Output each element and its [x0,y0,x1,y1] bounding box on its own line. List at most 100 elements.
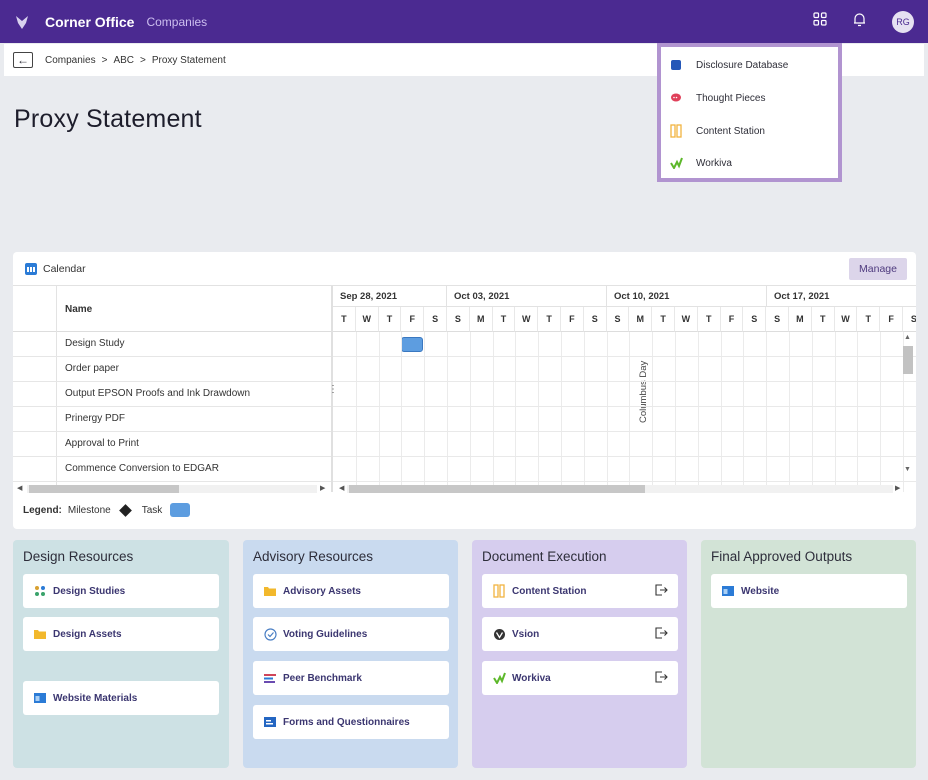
day-header: M [469,307,493,332]
week-header: Oct 17, 2021 [767,286,916,307]
calendar-icon [25,262,37,275]
design-resources-card: Design Resources Design Studies Design A… [13,540,229,768]
nav-link-companies[interactable]: Companies [146,15,207,29]
scroll-left-icon[interactable]: ◀ [17,484,22,492]
button-label: Peer Benchmark [283,672,362,684]
table-row[interactable]: Output EPSON Proofs and Ink Drawdown [13,382,331,407]
apps-menu-label: Workiva [696,157,732,169]
table-row[interactable]: Design Study [13,332,331,357]
breadcrumb-separator: > [101,54,108,66]
name-column-header[interactable]: Name [65,304,92,315]
calendar-header: Calendar Manage [13,252,916,285]
scroll-right-icon[interactable]: ▶ [320,484,325,492]
bell-icon[interactable] [853,12,866,32]
button-label: Content Station [512,585,587,597]
scroll-down-icon[interactable]: ▼ [904,466,911,473]
button-label: Design Assets [53,628,122,640]
day-header: T [333,307,356,332]
scrollbar-thumb[interactable] [29,485,179,493]
apps-grid-icon[interactable] [813,12,827,31]
workiva-check-icon [492,671,506,685]
day-header: T [538,307,561,332]
day-header: S [424,307,447,332]
document-execution-card: Document Execution Content Station Vsion… [472,540,687,768]
forms-and-questionnaires-button[interactable]: Forms and Questionnaires [253,705,449,739]
apps-menu-item-workiva[interactable]: Workiva [669,153,732,173]
dots-grid-icon [33,584,47,598]
grid-row-line [333,356,916,357]
table-row[interactable]: Prinergy PDF [13,407,331,432]
corner-office-logo-icon[interactable] [13,13,31,31]
task-name: Commence Conversion to EDGAR [65,463,219,474]
day-header: W [355,307,379,332]
button-label: Workiva [512,672,551,684]
card-title: Final Approved Outputs [711,549,853,564]
day-header: S [766,307,789,332]
design-assets-button[interactable]: Design Assets [23,617,219,651]
grid-row-line [333,431,916,432]
breadcrumb-companies[interactable]: Companies [45,55,96,66]
day-header: T [857,307,881,332]
peer-benchmark-button[interactable]: Peer Benchmark [253,661,449,695]
manage-button[interactable]: Manage [849,258,907,280]
calendar-panel: Calendar Manage Name Design Study Order … [13,252,916,529]
folder-icon [263,584,277,598]
day-header: F [720,307,744,332]
day-header: M [789,307,812,332]
calendar-title: Calendar [43,262,86,275]
workiva-button[interactable]: Workiva [482,661,678,695]
table-row[interactable]: Order paper [13,357,331,382]
scroll-right-icon[interactable]: ▶ [895,484,900,492]
card-title: Advisory Resources [253,549,374,564]
legend-label: Legend: [23,504,62,516]
voting-guidelines-button[interactable]: Voting Guidelines [253,617,449,651]
day-header: S [583,307,607,332]
apps-menu-label: Thought Pieces [696,92,766,104]
table-row[interactable]: Commence Conversion to EDGAR [13,457,331,482]
task-name: Order paper [65,363,119,374]
button-label: Advisory Assets [283,585,361,597]
apps-menu-item-content-station[interactable]: Content Station [669,121,765,141]
scroll-up-icon[interactable]: ▲ [904,334,911,341]
form-icon [263,715,277,729]
day-header: T [811,307,835,332]
breadcrumb-current: Proxy Statement [151,54,226,66]
vertical-scrollbar[interactable]: ▲ ▼ [903,334,913,476]
scrollbar-thumb[interactable] [903,346,913,374]
timeline-grid: Sep 28, 2021 Oct 03, 2021 Oct 10, 2021 O… [333,286,916,492]
advisory-assets-button[interactable]: Advisory Assets [253,574,449,608]
table-row[interactable]: Approval to Print [13,432,331,457]
scrollbar-thumb[interactable] [349,485,645,493]
button-label: Website Materials [53,692,138,704]
task-name: Design Study [65,338,125,349]
app-brand[interactable]: Corner Office [45,14,134,30]
user-avatar[interactable]: RG [892,10,914,33]
task-name: Output EPSON Proofs and Ink Drawdown [65,388,251,399]
website-materials-button[interactable]: Website Materials [23,681,219,715]
apps-menu-label: Content Station [696,125,765,137]
task-bar-design-study[interactable] [401,337,423,352]
breadcrumb-abc[interactable]: ABC [113,55,134,66]
apps-menu-item-thought-pieces[interactable]: Thought Pieces [669,88,766,108]
timeline-horizontal-scrollbar[interactable]: ◀ ▶ [335,484,905,494]
day-header: T [697,307,721,332]
vsion-button[interactable]: Vsion [482,617,678,651]
external-link-icon [655,627,668,642]
day-header: W [834,307,858,332]
task-swatch [170,503,191,517]
design-studies-button[interactable]: Design Studies [23,574,219,608]
calendar-legend: Legend: Milestone Task [23,503,191,517]
browser-icon [33,691,47,705]
apps-menu-label: Disclosure Database [696,59,789,71]
external-link-icon [655,584,668,599]
left-horizontal-scrollbar[interactable]: ◀ ▶ [13,484,331,494]
content-station-button[interactable]: Content Station [482,574,678,608]
website-button[interactable]: Website [711,574,907,608]
grid-row-line [333,481,916,482]
legend-task-label: Task [141,504,163,516]
back-button[interactable]: ← [13,52,33,68]
arrow-left-icon: ← [17,53,29,67]
apps-menu-item-disclosure-database[interactable]: Disclosure Database [669,55,788,75]
holiday-label: Columbus Day [638,360,649,423]
scroll-left-icon[interactable]: ◀ [339,484,344,492]
